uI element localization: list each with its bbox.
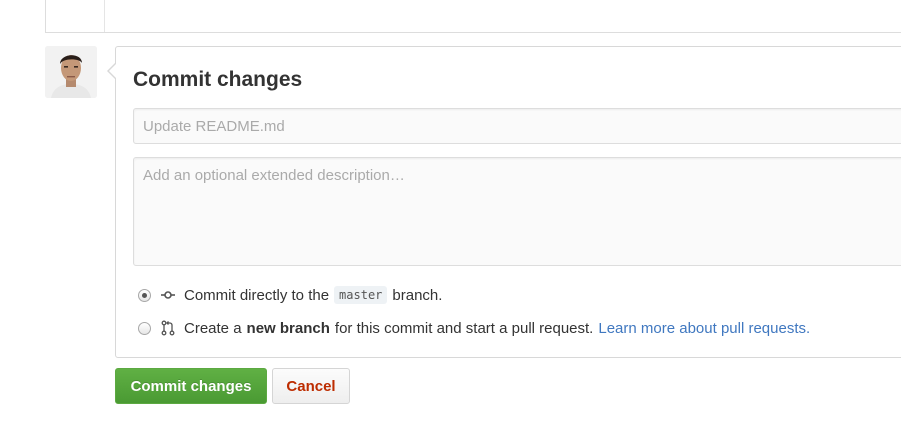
line-number-gutter xyxy=(104,0,105,32)
cancel-button[interactable]: Cancel xyxy=(272,368,350,404)
new-branch-bold: new branch xyxy=(246,319,330,337)
new-branch-radio[interactable] xyxy=(138,321,151,335)
commit-description-textarea[interactable] xyxy=(133,157,901,266)
git-pull-request-icon xyxy=(161,320,175,336)
git-commit-icon xyxy=(161,291,175,299)
new-branch-suffix: for this commit and start a pull request… xyxy=(334,319,594,337)
commit-direct-text: Commit directly to the xyxy=(184,286,330,304)
commit-direct-suffix: branch. xyxy=(392,286,443,304)
commit-summary-input[interactable] xyxy=(133,108,901,144)
learn-more-pull-requests-link[interactable]: Learn more about pull requests. xyxy=(598,320,810,337)
new-branch-option[interactable]: Create a new branch for this commit and … xyxy=(138,318,810,338)
commit-direct-option[interactable]: Commit directly to the master branch. xyxy=(138,285,442,305)
commit-changes-button[interactable]: Commit changes xyxy=(115,368,267,404)
commit-form-title: Commit changes xyxy=(133,68,303,91)
file-editor-bottom xyxy=(45,0,901,33)
new-branch-text: Create a xyxy=(184,319,242,337)
branch-name: master xyxy=(334,286,388,304)
commit-direct-radio[interactable] xyxy=(138,288,151,302)
user-avatar-image xyxy=(45,46,97,98)
commit-form: Commit changes Commit directly to the ma… xyxy=(107,46,901,358)
avatar[interactable] xyxy=(45,46,97,98)
